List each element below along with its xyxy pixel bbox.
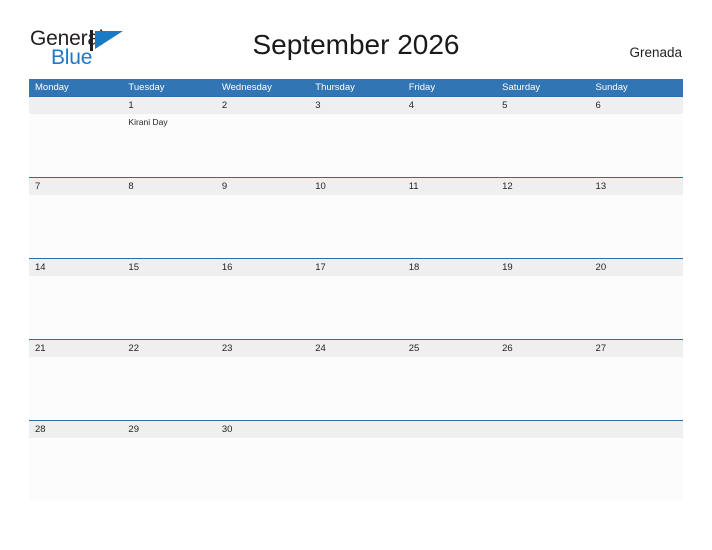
day-number[interactable]: 16 (216, 259, 309, 276)
day-number[interactable]: 13 (590, 178, 683, 195)
week-date-band: 7 8 9 10 11 12 13 (29, 178, 683, 195)
weekday-wednesday: Wednesday (221, 82, 272, 93)
day-cell[interactable] (309, 195, 402, 258)
day-number[interactable]: 15 (122, 259, 215, 276)
day-cell[interactable] (216, 438, 309, 501)
calendar-page: General Blue September 2026 Grenada Mond… (0, 0, 712, 550)
day-cell[interactable] (590, 357, 683, 420)
calendar-week-row: 14 15 16 17 18 19 20 (29, 258, 683, 339)
day-cell[interactable] (309, 438, 402, 501)
day-number[interactable]: 10 (309, 178, 402, 195)
day-number[interactable]: 26 (496, 340, 589, 357)
day-cell[interactable] (403, 357, 496, 420)
weekday-monday: Monday (35, 82, 69, 93)
day-number[interactable]: 14 (29, 259, 122, 276)
day-cell[interactable] (496, 114, 589, 177)
day-cell[interactable] (216, 114, 309, 177)
day-number[interactable]: 18 (403, 259, 496, 276)
calendar-grid: Monday Tuesday Wednesday Thursday Friday… (29, 79, 683, 501)
day-number[interactable]: 1 (122, 97, 215, 114)
weekday-header-row: Monday Tuesday Wednesday Thursday Friday… (29, 79, 683, 96)
day-number[interactable]: 2 (216, 97, 309, 114)
day-cell[interactable] (309, 114, 402, 177)
day-cell[interactable] (496, 357, 589, 420)
day-number[interactable]: 5 (496, 97, 589, 114)
day-number[interactable]: 17 (309, 259, 402, 276)
day-number[interactable] (309, 421, 402, 438)
day-cell[interactable] (403, 438, 496, 501)
day-cell[interactable] (122, 276, 215, 339)
day-number[interactable]: 22 (122, 340, 215, 357)
day-number[interactable]: 20 (590, 259, 683, 276)
day-cell[interactable] (403, 195, 496, 258)
week-event-band: Kirani Day (29, 114, 683, 177)
day-number[interactable]: 27 (590, 340, 683, 357)
calendar-week-row: 21 22 23 24 25 26 27 (29, 339, 683, 420)
day-number[interactable]: 23 (216, 340, 309, 357)
day-cell[interactable] (216, 357, 309, 420)
week-date-band: 1 2 3 4 5 6 (29, 97, 683, 114)
week-date-band: 21 22 23 24 25 26 27 (29, 340, 683, 357)
day-cell[interactable] (496, 195, 589, 258)
weekday-sunday: Sunday (595, 82, 628, 93)
week-event-band (29, 357, 683, 420)
day-number[interactable]: 24 (309, 340, 402, 357)
week-event-band (29, 276, 683, 339)
day-cell[interactable] (29, 195, 122, 258)
day-cell[interactable] (590, 114, 683, 177)
day-cell[interactable] (29, 438, 122, 501)
weekday-saturday: Saturday (502, 82, 541, 93)
day-number[interactable]: 28 (29, 421, 122, 438)
day-number[interactable] (29, 97, 122, 114)
day-number[interactable]: 29 (122, 421, 215, 438)
day-cell[interactable] (309, 276, 402, 339)
weekday-thursday: Thursday (315, 82, 355, 93)
day-number[interactable]: 30 (216, 421, 309, 438)
day-cell[interactable] (216, 195, 309, 258)
day-cell[interactable] (29, 114, 122, 177)
day-number[interactable] (403, 421, 496, 438)
day-cell[interactable] (403, 276, 496, 339)
event-label: Kirani Day (128, 117, 168, 127)
day-number[interactable]: 4 (403, 97, 496, 114)
week-event-band (29, 195, 683, 258)
day-number[interactable] (496, 421, 589, 438)
day-cell[interactable] (216, 276, 309, 339)
day-cell[interactable]: Kirani Day (122, 114, 215, 177)
locale-label: Grenada (629, 45, 682, 60)
page-header: General Blue September 2026 Grenada (0, 0, 712, 69)
calendar-week-row: 28 29 30 (29, 420, 683, 501)
day-number[interactable]: 8 (122, 178, 215, 195)
day-number[interactable]: 19 (496, 259, 589, 276)
week-date-band: 14 15 16 17 18 19 20 (29, 259, 683, 276)
day-number[interactable]: 21 (29, 340, 122, 357)
day-number[interactable]: 7 (29, 178, 122, 195)
calendar-week-row: 7 8 9 10 11 12 13 (29, 177, 683, 258)
day-number[interactable] (590, 421, 683, 438)
day-cell[interactable] (122, 438, 215, 501)
day-number[interactable]: 25 (403, 340, 496, 357)
day-number[interactable]: 12 (496, 178, 589, 195)
day-cell[interactable] (309, 357, 402, 420)
day-cell[interactable] (590, 195, 683, 258)
week-event-band (29, 438, 683, 501)
day-cell[interactable] (122, 195, 215, 258)
day-cell[interactable] (122, 357, 215, 420)
day-cell[interactable] (496, 276, 589, 339)
page-title: September 2026 (252, 29, 460, 60)
day-number[interactable]: 9 (216, 178, 309, 195)
day-number[interactable]: 6 (590, 97, 683, 114)
weekday-friday: Friday (408, 82, 436, 93)
day-cell[interactable] (29, 276, 122, 339)
day-cell[interactable] (496, 438, 589, 501)
calendar-week-row: 1 2 3 4 5 6 Kirani Day (29, 96, 683, 177)
day-number[interactable]: 11 (403, 178, 496, 195)
day-cell[interactable] (29, 357, 122, 420)
day-cell[interactable] (590, 276, 683, 339)
week-date-band: 28 29 30 (29, 421, 683, 438)
day-number[interactable]: 3 (309, 97, 402, 114)
weekday-tuesday: Tuesday (128, 82, 165, 93)
day-cell[interactable] (590, 438, 683, 501)
day-cell[interactable] (403, 114, 496, 177)
